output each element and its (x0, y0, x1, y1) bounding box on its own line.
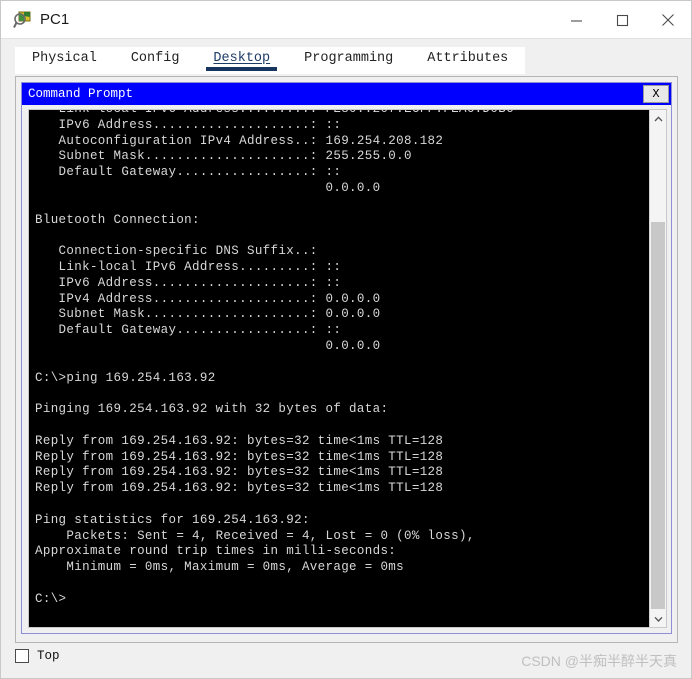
pc1-device-window: PC1 Physical Config Desktop Programming … (0, 0, 692, 679)
tab-programming-label: Programming (304, 51, 394, 66)
tab-config[interactable]: Config (113, 47, 197, 74)
command-prompt-body: Link-local IPv6 Address.........: FE80::… (22, 105, 671, 633)
command-prompt-titlebar: Command Prompt X (22, 83, 671, 105)
top-checkbox-label: Top (37, 649, 60, 663)
scroll-up-arrow-icon[interactable] (650, 110, 666, 127)
close-button[interactable] (645, 1, 691, 39)
window-title-group: PC1 (13, 10, 69, 30)
command-prompt-window: Command Prompt X Link-local IPv6 Address… (21, 82, 672, 634)
terminal-screen[interactable]: Link-local IPv6 Address.........: FE80::… (29, 110, 649, 627)
packet-tracer-pc-icon (13, 10, 33, 30)
tab-list: Physical Config Desktop Programming Attr… (15, 47, 526, 74)
window-controls (553, 1, 691, 39)
maximize-button[interactable] (599, 1, 645, 39)
terminal-frame: Link-local IPv6 Address.........: FE80::… (28, 109, 667, 628)
tab-physical[interactable]: Physical (15, 47, 114, 74)
top-checkbox-row: Top (15, 649, 60, 663)
tab-attributes-label: Attributes (427, 51, 509, 66)
minimize-button[interactable] (553, 1, 599, 39)
terminal-scrollbar[interactable] (649, 110, 666, 627)
top-checkbox[interactable] (15, 649, 29, 663)
tab-strip: Physical Config Desktop Programming Attr… (1, 39, 691, 74)
scrollbar-thumb[interactable] (651, 222, 665, 609)
command-prompt-close-button[interactable]: X (643, 85, 669, 103)
tab-config-label: Config (130, 51, 180, 66)
scroll-down-arrow-icon[interactable] (650, 610, 666, 627)
desktop-panel: Command Prompt X Link-local IPv6 Address… (15, 76, 678, 643)
window-titlebar: PC1 (1, 1, 691, 39)
tab-physical-label: Physical (32, 51, 97, 66)
tab-attributes[interactable]: Attributes (410, 47, 526, 74)
window-title: PC1 (40, 11, 70, 28)
tab-programming[interactable]: Programming (287, 47, 411, 74)
tab-desktop[interactable]: Desktop (196, 47, 288, 74)
command-prompt-title: Command Prompt (28, 87, 134, 101)
terminal-output: Link-local IPv6 Address.........: FE80::… (35, 110, 514, 606)
watermark-text: CSDN @半痴半醉半天真 (521, 653, 677, 669)
tab-desktop-label: Desktop (213, 51, 271, 66)
